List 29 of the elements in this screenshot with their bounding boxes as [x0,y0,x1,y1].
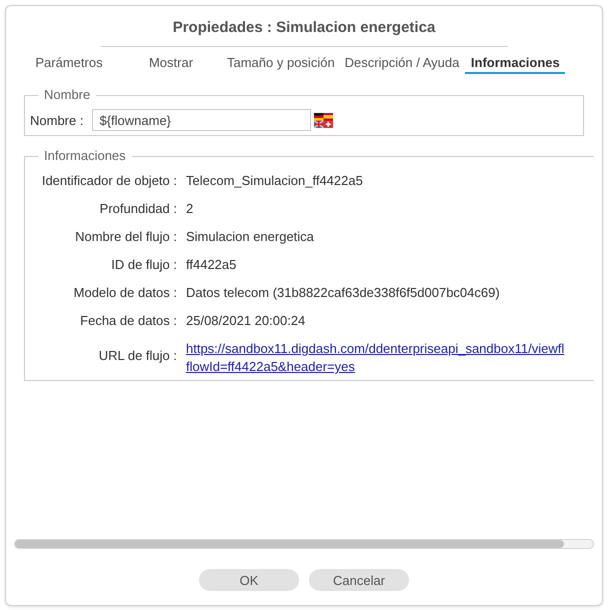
dialog-button[interactable]: Cancelar [309,569,409,591]
tab[interactable]: Parámetros [19,55,119,74]
flow-url-link[interactable]: https://sandbox11.digdash.com/ddenterpriseapi_sandbox11/viewfl flowId=ff4422a5&header=yes [186,340,564,376]
tab[interactable]: Tamaño y posición [223,55,339,74]
horizontal-scrollbar[interactable] [14,539,594,549]
name-input[interactable]: ${flowname} [92,109,312,131]
tab[interactable]: Informaciones [465,55,566,74]
scrollbar-thumb[interactable] [15,540,564,548]
field-label: URL de flujo : [98,346,177,365]
flag-icon[interactable] [314,112,334,128]
field-value: 2 [186,200,194,218]
field-label: Modelo de datos : [72,284,177,302]
field-value: 25/08/2021 20:00:24 [186,312,306,330]
tab[interactable]: Mostrar [121,55,221,74]
dialog-title: Propiedades : Simulacion energetica [172,18,436,38]
field-label: Fecha de datos : [79,312,177,330]
field-value: Simulacion energetica [186,228,315,246]
dialog-button[interactable]: OK [199,569,299,591]
tab[interactable]: Descripción / Ayuda [340,55,464,74]
field-value: Datos telecom (31b8822caf63de338f6f5d007bc04c69) [186,284,501,302]
group-legend: Nombre [38,87,96,103]
group-legend: Informaciones [38,148,132,164]
field-label: Profundidad : [98,200,177,218]
field-value: ff4422a5 [186,256,238,274]
field-label: Nombre : [30,112,84,128]
field-value: Telecom_Simulacion_ff4422a5 [186,172,364,190]
field-label: Nombre del flujo : [74,228,177,246]
field-label: Identificador de objeto : [40,172,177,190]
field-label: ID de flujo : [110,256,177,274]
